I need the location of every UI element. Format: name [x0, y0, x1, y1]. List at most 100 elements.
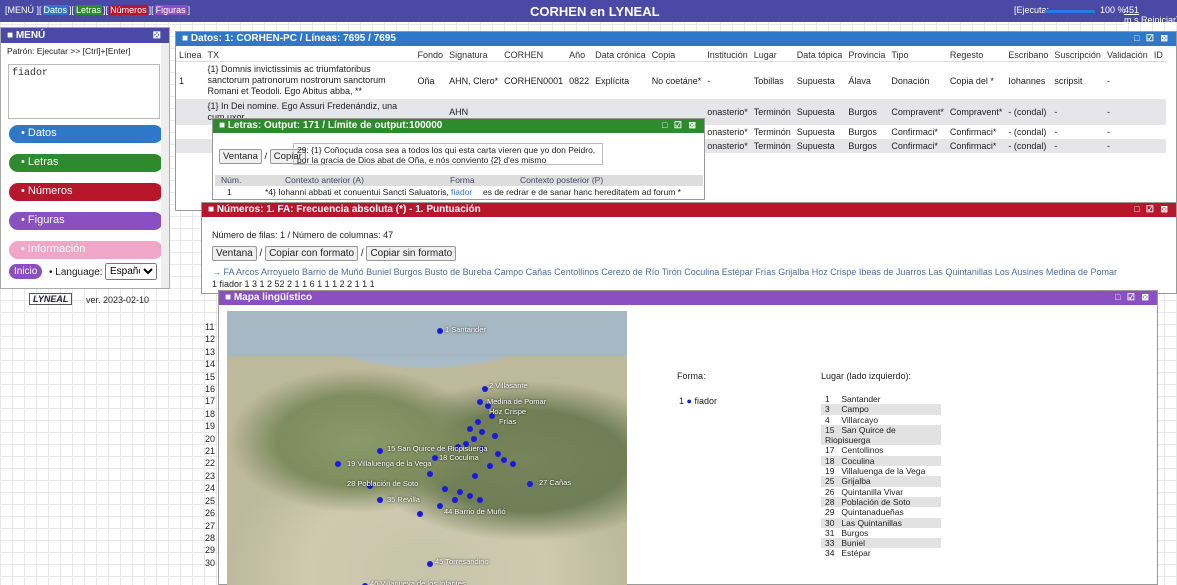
column-header[interactable]: Data crónica — [592, 49, 649, 62]
map-point[interactable] — [437, 328, 443, 334]
map-point[interactable] — [477, 497, 483, 503]
table-cell — [1150, 99, 1166, 125]
copiar-con-formato-button[interactable]: Copiar con formato — [265, 246, 359, 261]
map-point[interactable] — [477, 399, 483, 405]
lugar-item: 28 Población de Soto — [821, 496, 941, 508]
map-point[interactable] — [510, 461, 516, 467]
map-label: 45 Torresandino — [435, 557, 489, 566]
column-header[interactable]: Escribano — [1005, 49, 1052, 62]
table-row[interactable]: 1 {1} Domnis invictissimis ac triumfatori… — [176, 62, 1166, 100]
letras-table-header: Núm. Contexto anterior (A) Forma Context… — [215, 175, 703, 186]
column-header[interactable]: Lugar — [750, 49, 794, 62]
map-point[interactable] — [482, 386, 488, 392]
column-header[interactable]: CORHEN — [501, 49, 567, 62]
zoom-slider[interactable] — [1045, 10, 1095, 13]
column-header[interactable]: Línea — [176, 49, 205, 62]
map-point[interactable] — [527, 481, 533, 487]
numeros-header[interactable]: ■ Números: 1. FA: Frecuencia absoluta (*… — [202, 203, 1176, 217]
forma-value: fiador — [694, 396, 717, 406]
map-point[interactable] — [492, 433, 498, 439]
map-point[interactable] — [467, 426, 473, 432]
map-point[interactable] — [377, 497, 383, 503]
menu-scrollbar[interactable] — [161, 43, 169, 288]
tab-letras[interactable]: Letras — [75, 5, 103, 15]
copiar-sin-formato-button[interactable]: Copiar sin formato — [366, 246, 457, 261]
tab-datos[interactable]: Datos — [42, 5, 69, 15]
map-point[interactable] — [437, 503, 443, 509]
column-header[interactable]: Copia — [648, 49, 705, 62]
map-point[interactable] — [475, 419, 481, 425]
table-cell: - (condal) — [1008, 127, 1047, 137]
column-header[interactable]: Validación — [1103, 49, 1151, 62]
row-forma[interactable]: fiador — [451, 187, 472, 197]
menu-figuras-button[interactable]: • Figuras — [9, 212, 163, 230]
lugar-num: 3 — [825, 404, 830, 415]
datos-header[interactable]: ■ Datos: 1: CORHEN-PC / Líneas: 7695 / 7… — [176, 32, 1176, 46]
column-header[interactable]: Data tópica — [793, 49, 846, 62]
column-header[interactable]: Fondo — [414, 49, 447, 62]
table-cell: Compravent* — [946, 99, 1006, 125]
ventana-button[interactable]: Ventana — [212, 246, 257, 261]
map-point[interactable] — [467, 493, 473, 499]
letras-text-area[interactable]: 29: {1} Coñoçuda cosa sea a todos los qu… — [293, 143, 603, 165]
map-point[interactable] — [432, 455, 438, 461]
mapa-header[interactable]: ■ Mapa lingüístico □ ☑ ⊠ — [219, 291, 1157, 305]
map-point[interactable] — [495, 451, 501, 457]
tab-menu[interactable]: [MENÚ ][ — [4, 5, 43, 15]
column-header[interactable]: Provincia — [845, 49, 889, 62]
column-header[interactable]: Año — [566, 49, 593, 62]
map-point[interactable] — [335, 461, 341, 467]
lugar-item: 3 Campo — [821, 404, 941, 415]
tab-figuras[interactable]: Figuras — [154, 5, 187, 15]
map-point[interactable] — [417, 511, 423, 517]
reset-link[interactable]: 451 m.s.Reiniciar] — [1124, 5, 1177, 25]
map-point[interactable] — [501, 457, 507, 463]
lugar-num: 19 — [825, 466, 835, 477]
close-icon[interactable]: ⊠ — [153, 30, 161, 41]
column-header[interactable]: ID — [1150, 49, 1166, 62]
lugar-name: Estépar — [841, 548, 871, 559]
letras-header[interactable]: ■ Letras: Output: 171 / Límite de output… — [213, 119, 704, 133]
map-point[interactable] — [427, 561, 433, 567]
map-point[interactable] — [487, 463, 493, 469]
menu-informacion-button[interactable]: • Información — [9, 241, 163, 259]
map-point[interactable] — [442, 486, 448, 492]
row-number: 23 — [205, 470, 216, 481]
map-point[interactable] — [457, 489, 463, 495]
column-header[interactable]: TX — [204, 49, 415, 62]
map-label: 46 Villanueva de los Infantes — [370, 579, 466, 585]
window-controls[interactable]: □ ☑ ⊠ — [1115, 292, 1151, 303]
menu-datos-button[interactable]: • Datos — [9, 125, 163, 143]
column-header[interactable]: Tipo — [888, 49, 947, 62]
column-header[interactable]: Signatura — [446, 49, 502, 62]
window-controls[interactable]: □ ☑ ⊠ — [662, 120, 698, 131]
lugar-item: 19 Villaluenga de la Vega — [821, 466, 941, 476]
table-cell: Álava — [848, 75, 871, 86]
tab-numeros[interactable]: Números — [109, 5, 148, 15]
linguistic-map[interactable]: 1 Santander 2 Villasante Medina de Pomar Ho… — [227, 311, 627, 585]
column-header[interactable]: Suscripción — [1051, 49, 1104, 62]
menu-numeros-button[interactable]: • Números — [9, 183, 163, 201]
lugar-item: 25 Grijalba — [821, 476, 941, 487]
window-controls[interactable]: □ ☑ ⊠ — [1134, 33, 1170, 44]
map-point[interactable] — [471, 436, 477, 442]
map-point[interactable] — [377, 448, 383, 454]
inicio-button[interactable]: Inicio — [9, 264, 43, 279]
forma-label: Forma: — [677, 371, 706, 381]
lugar-label: Lugar (lado izquierdo): — [821, 371, 912, 381]
pattern-input[interactable] — [8, 64, 160, 119]
map-point[interactable] — [472, 473, 478, 479]
lugar-name: Quintanadueñas — [841, 507, 904, 518]
menu-letras-button[interactable]: • Letras — [9, 154, 163, 172]
ventana-button[interactable]: Ventana — [219, 149, 262, 164]
lugar-num: 18 — [825, 455, 835, 466]
column-header[interactable]: Institución — [704, 49, 751, 62]
language-select[interactable]: Español — [105, 263, 157, 280]
window-controls[interactable]: □ ☑ ⊠ — [1134, 204, 1170, 215]
table-cell: AHN, Clero* — [449, 75, 499, 86]
map-point[interactable] — [452, 497, 458, 503]
map-point[interactable] — [427, 471, 433, 477]
column-header[interactable]: Regesto — [946, 49, 1006, 62]
map-point[interactable] — [479, 429, 485, 435]
table-cell — [1151, 62, 1166, 100]
